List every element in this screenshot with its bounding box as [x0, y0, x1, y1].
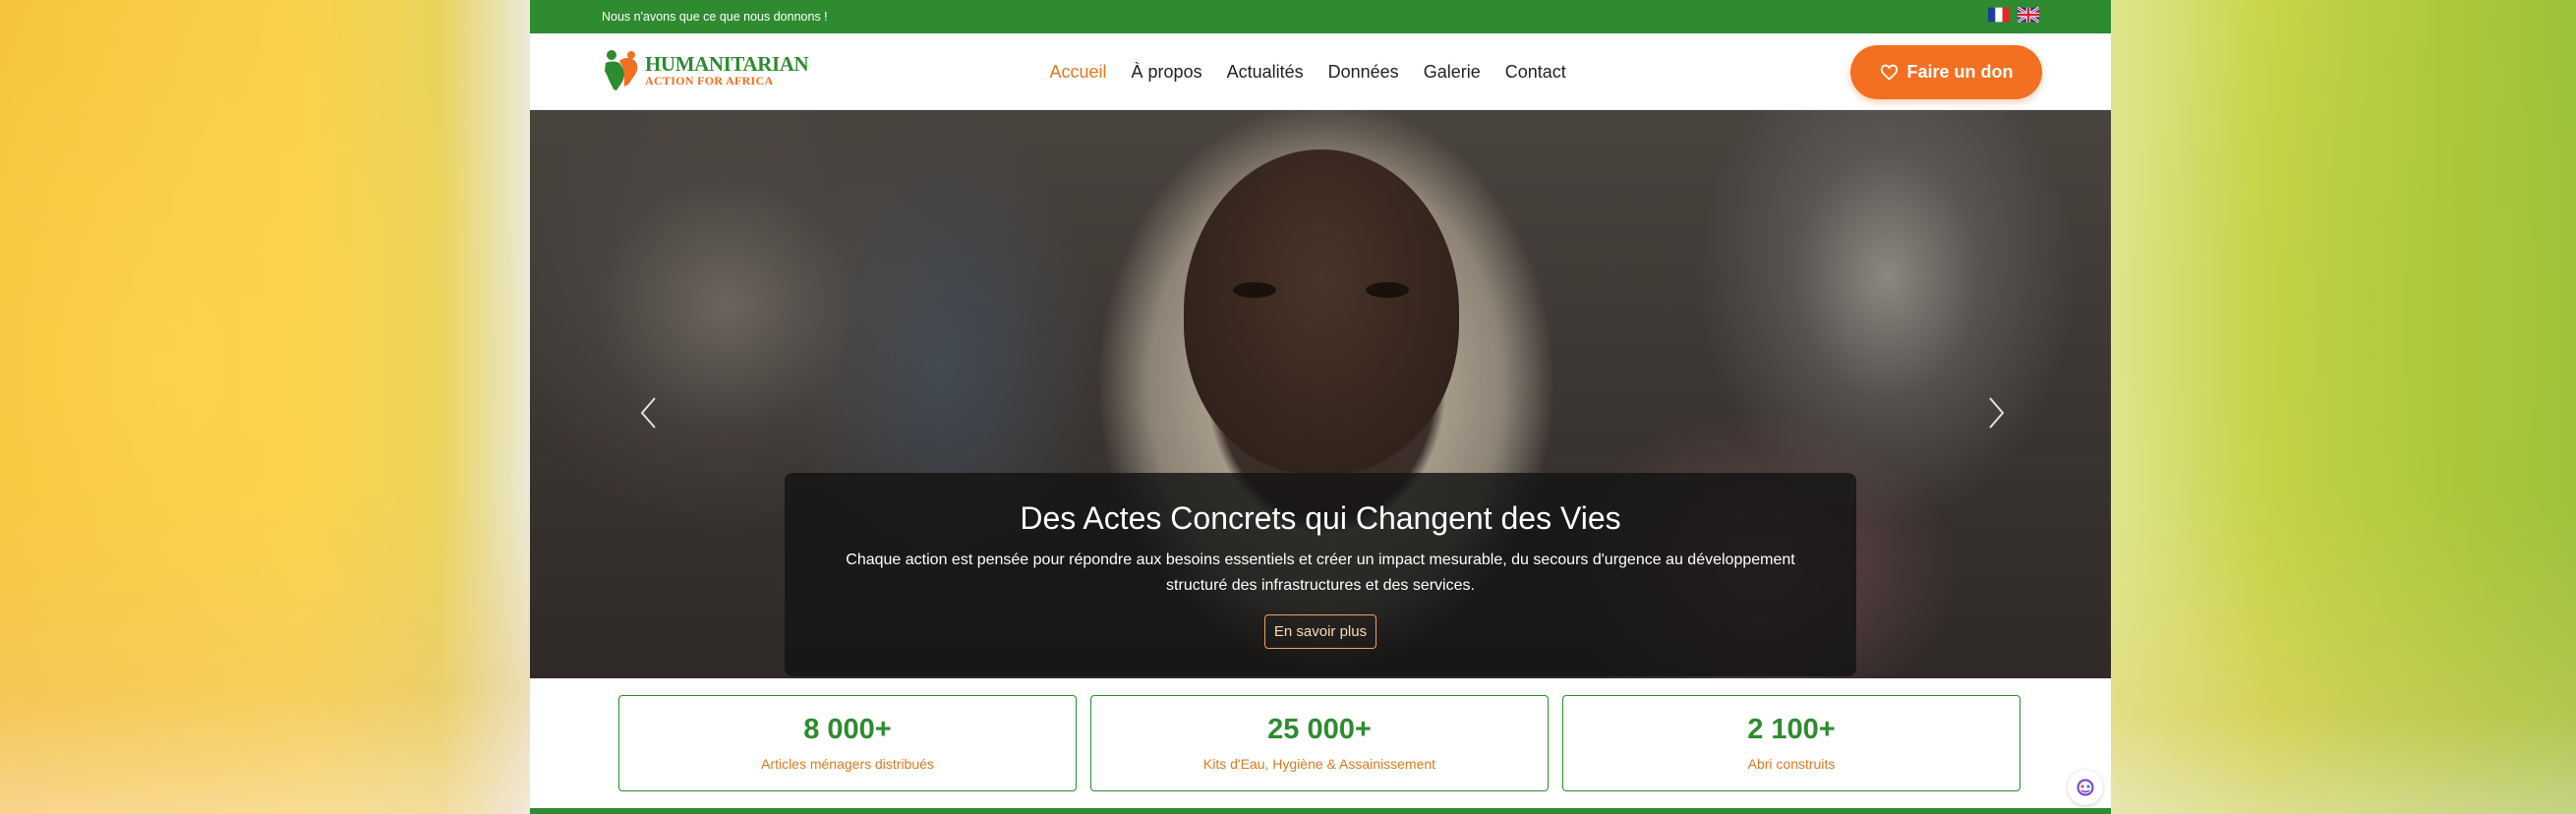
- tagline: Nous n'avons que ce que nous donnons !: [602, 10, 828, 24]
- nav-contact[interactable]: Contact: [1493, 61, 1578, 83]
- hero-text: Chaque action est pensée pour répondre a…: [846, 552, 1795, 594]
- stat-card: 2 100+ Abri construits: [1562, 695, 2020, 791]
- nav-a-propos[interactable]: À propos: [1119, 61, 1214, 83]
- stat-label: Abri construits: [1747, 756, 1836, 772]
- logo-title: HUMANITARIAN: [645, 52, 809, 76]
- heart-icon: [1880, 64, 1898, 81]
- france-flag-icon[interactable]: [1988, 7, 2010, 23]
- site-logo[interactable]: HUMANITARIAN ACTION FOR AFRICA: [602, 47, 809, 94]
- stat-value: 8 000+: [803, 714, 892, 745]
- stat-value: 25 000+: [1267, 714, 1372, 745]
- learn-more-button[interactable]: En savoir plus: [1263, 614, 1377, 649]
- nav-accueil[interactable]: Accueil: [1037, 61, 1119, 83]
- stat-label: Articles ménagers distribués: [761, 756, 934, 772]
- uk-flag-icon[interactable]: [2018, 7, 2039, 23]
- logo-subtitle: ACTION FOR AFRICA: [645, 74, 774, 87]
- language-switcher: [1988, 7, 2039, 23]
- main-navbar: HUMANITARIAN ACTION FOR AFRICA Accueil À…: [530, 33, 2111, 110]
- main-menu: Accueil À propos Actualités Données Gale…: [1037, 61, 1578, 83]
- nav-actualites[interactable]: Actualités: [1214, 61, 1316, 83]
- stat-card: 25 000+ Kits d'Eau, Hygiène & Assainisse…: [1090, 695, 1549, 791]
- background-left-blur: [0, 0, 531, 814]
- hero-image-eye-left: [1233, 282, 1276, 298]
- nav-donnees[interactable]: Données: [1316, 61, 1411, 83]
- stat-label: Kits d'Eau, Hygiène & Assainissement: [1202, 756, 1436, 772]
- hero-caption: Des Actes Concrets qui Changent des Vies…: [785, 473, 1856, 676]
- stat-value: 2 100+: [1747, 714, 1836, 745]
- logo-africa-icon: [605, 50, 638, 90]
- website-page: Nous n'avons que ce que nous donnons ! H…: [530, 0, 2111, 814]
- chevron-right-icon[interactable]: [1983, 395, 2009, 431]
- nav-galerie[interactable]: Galerie: [1411, 61, 1493, 83]
- hero-image-child: [1184, 149, 1459, 474]
- chat-assistant-icon: [2077, 779, 2094, 796]
- chevron-left-icon[interactable]: [636, 395, 662, 431]
- hero-title: Des Actes Concrets qui Changent des Vies: [1020, 500, 1621, 536]
- top-bar: Nous n'avons que ce que nous donnons !: [530, 0, 2111, 33]
- chat-widget-button[interactable]: [2068, 770, 2103, 805]
- donate-button[interactable]: Faire un don: [1850, 45, 2042, 99]
- stats-row: 8 000+ Articles ménagers distribués 25 0…: [618, 695, 2020, 791]
- background-right-blur: [2109, 0, 2576, 814]
- donate-label: Faire un don: [1906, 62, 2014, 82]
- hero-slider: Des Actes Concrets qui Changent des Vies…: [530, 110, 2111, 678]
- stat-card: 8 000+ Articles ménagers distribués: [618, 695, 1077, 791]
- hero-image-eye-right: [1366, 282, 1409, 298]
- footer-border: [530, 808, 2111, 814]
